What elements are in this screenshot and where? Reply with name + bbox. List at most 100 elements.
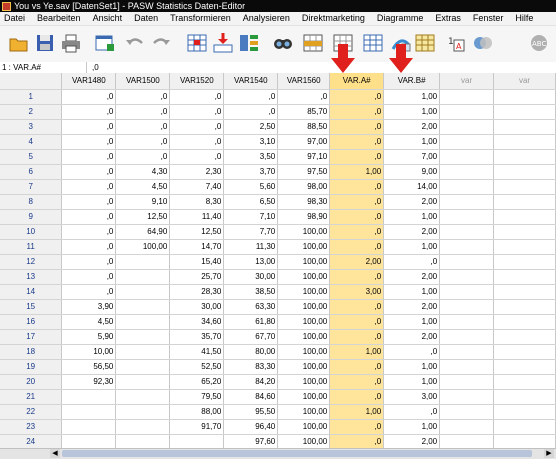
data-cell[interactable]: 2,00 [383,299,441,315]
data-cell[interactable]: 4,30 [115,164,171,180]
data-cell[interactable]: ,0 [61,164,117,180]
data-cell[interactable] [439,254,495,270]
data-cell[interactable]: 28,30 [169,284,225,300]
data-cell[interactable] [493,404,556,420]
row-number[interactable]: 4 [0,134,63,150]
dialog-recall-icon[interactable] [94,32,116,54]
goto-case-icon[interactable] [186,32,208,54]
row-number[interactable]: 13 [0,269,63,285]
data-cell[interactable]: 98,90 [277,209,331,225]
data-cell[interactable]: ,0 [329,104,385,120]
data-cell[interactable]: ,0 [329,134,385,150]
data-cell[interactable] [439,164,495,180]
cell-value-editor[interactable]: ,0 [92,62,99,73]
data-cell[interactable]: 2,00 [383,224,441,240]
data-cell[interactable]: 2,50 [223,119,279,135]
data-cell[interactable] [439,329,495,345]
data-cell[interactable]: 2,00 [383,194,441,210]
corner-header[interactable] [0,73,63,90]
menu-item-extras[interactable]: Extras [429,12,467,25]
data-cell[interactable]: ,0 [61,254,117,270]
menu-item-daten[interactable]: Daten [128,12,164,25]
data-cell[interactable]: 88,00 [169,404,225,420]
data-cell[interactable] [493,239,556,255]
data-cell[interactable]: 4,50 [61,314,117,330]
data-cell[interactable]: ,0 [169,149,225,165]
data-cell[interactable] [115,314,171,330]
data-cell[interactable]: 2,30 [169,164,225,180]
data-cell[interactable]: 100,00 [277,269,331,285]
data-cell[interactable] [439,389,495,405]
variables-icon[interactable] [238,32,260,54]
data-cell[interactable]: ,0 [61,194,117,210]
row-number[interactable]: 11 [0,239,63,255]
data-cell[interactable]: 100,00 [277,329,331,345]
data-cell[interactable] [493,119,556,135]
data-cell[interactable]: 98,00 [277,179,331,195]
data-cell[interactable] [439,299,495,315]
data-cell[interactable]: ,0 [277,89,331,105]
row-number[interactable]: 14 [0,284,63,300]
row-number[interactable]: 3 [0,119,63,135]
data-cell[interactable]: 2,00 [383,329,441,345]
menu-item-analysieren[interactable]: Analysieren [237,12,296,25]
data-cell[interactable] [115,434,171,448]
data-cell[interactable]: 6,50 [223,194,279,210]
data-cell[interactable]: 95,50 [223,404,279,420]
data-cell[interactable]: ,0 [169,134,225,150]
data-cell[interactable]: 15,40 [169,254,225,270]
data-cell[interactable] [439,314,495,330]
data-cell[interactable] [439,194,495,210]
column-header[interactable]: VAR.A# [329,73,385,90]
data-cell[interactable]: 4,50 [115,179,171,195]
data-cell[interactable] [115,284,171,300]
data-cell[interactable] [493,329,556,345]
data-cell[interactable] [439,419,495,435]
insert-cases-icon[interactable] [302,32,324,54]
data-cell[interactable]: 30,00 [223,269,279,285]
data-cell[interactable]: 100,00 [277,299,331,315]
data-cell[interactable]: ,0 [61,149,117,165]
data-cell[interactable]: ,0 [115,89,171,105]
data-cell[interactable]: 79,50 [169,389,225,405]
data-cell[interactable]: ,0 [61,239,117,255]
data-cell[interactable]: 1,00 [383,239,441,255]
data-cell[interactable]: 84,60 [223,389,279,405]
data-cell[interactable]: 9,00 [383,164,441,180]
menu-item-diagramme[interactable]: Diagramme [371,12,430,25]
data-cell[interactable]: 97,00 [277,134,331,150]
print-icon[interactable] [60,32,82,54]
data-cell[interactable]: 97,60 [223,434,279,448]
data-cell[interactable] [439,284,495,300]
split-file-icon[interactable] [362,32,384,54]
data-cell[interactable] [439,89,495,105]
data-cell[interactable] [61,404,117,420]
data-cell[interactable]: 100,00 [277,389,331,405]
data-cell[interactable]: 65,20 [169,374,225,390]
data-cell[interactable]: ,0 [61,104,117,120]
data-cell[interactable] [439,239,495,255]
data-cell[interactable] [493,314,556,330]
data-cell[interactable]: 12,50 [169,224,225,240]
data-cell[interactable]: ,0 [329,329,385,345]
row-number[interactable]: 6 [0,164,63,180]
data-cell[interactable]: 1,00 [383,89,441,105]
scroll-left-icon[interactable]: ◀ [50,449,60,458]
menu-item-datei[interactable]: Datei [0,12,31,25]
data-cell[interactable]: 2,00 [383,269,441,285]
row-number[interactable]: 23 [0,419,63,435]
data-cell[interactable]: ,0 [169,119,225,135]
data-cell[interactable]: 1,00 [383,104,441,120]
column-header[interactable]: VAR1500 [115,73,171,90]
data-cell[interactable]: 14,00 [383,179,441,195]
data-cell[interactable] [115,254,171,270]
column-header[interactable]: VAR1520 [169,73,225,90]
data-cell[interactable] [115,344,171,360]
data-cell[interactable] [493,224,556,240]
data-cell[interactable]: 98,30 [277,194,331,210]
data-cell[interactable] [493,389,556,405]
data-cell[interactable]: ,0 [61,89,117,105]
data-cell[interactable] [493,104,556,120]
data-cell[interactable] [439,209,495,225]
column-header[interactable]: VAR1560 [277,73,331,90]
